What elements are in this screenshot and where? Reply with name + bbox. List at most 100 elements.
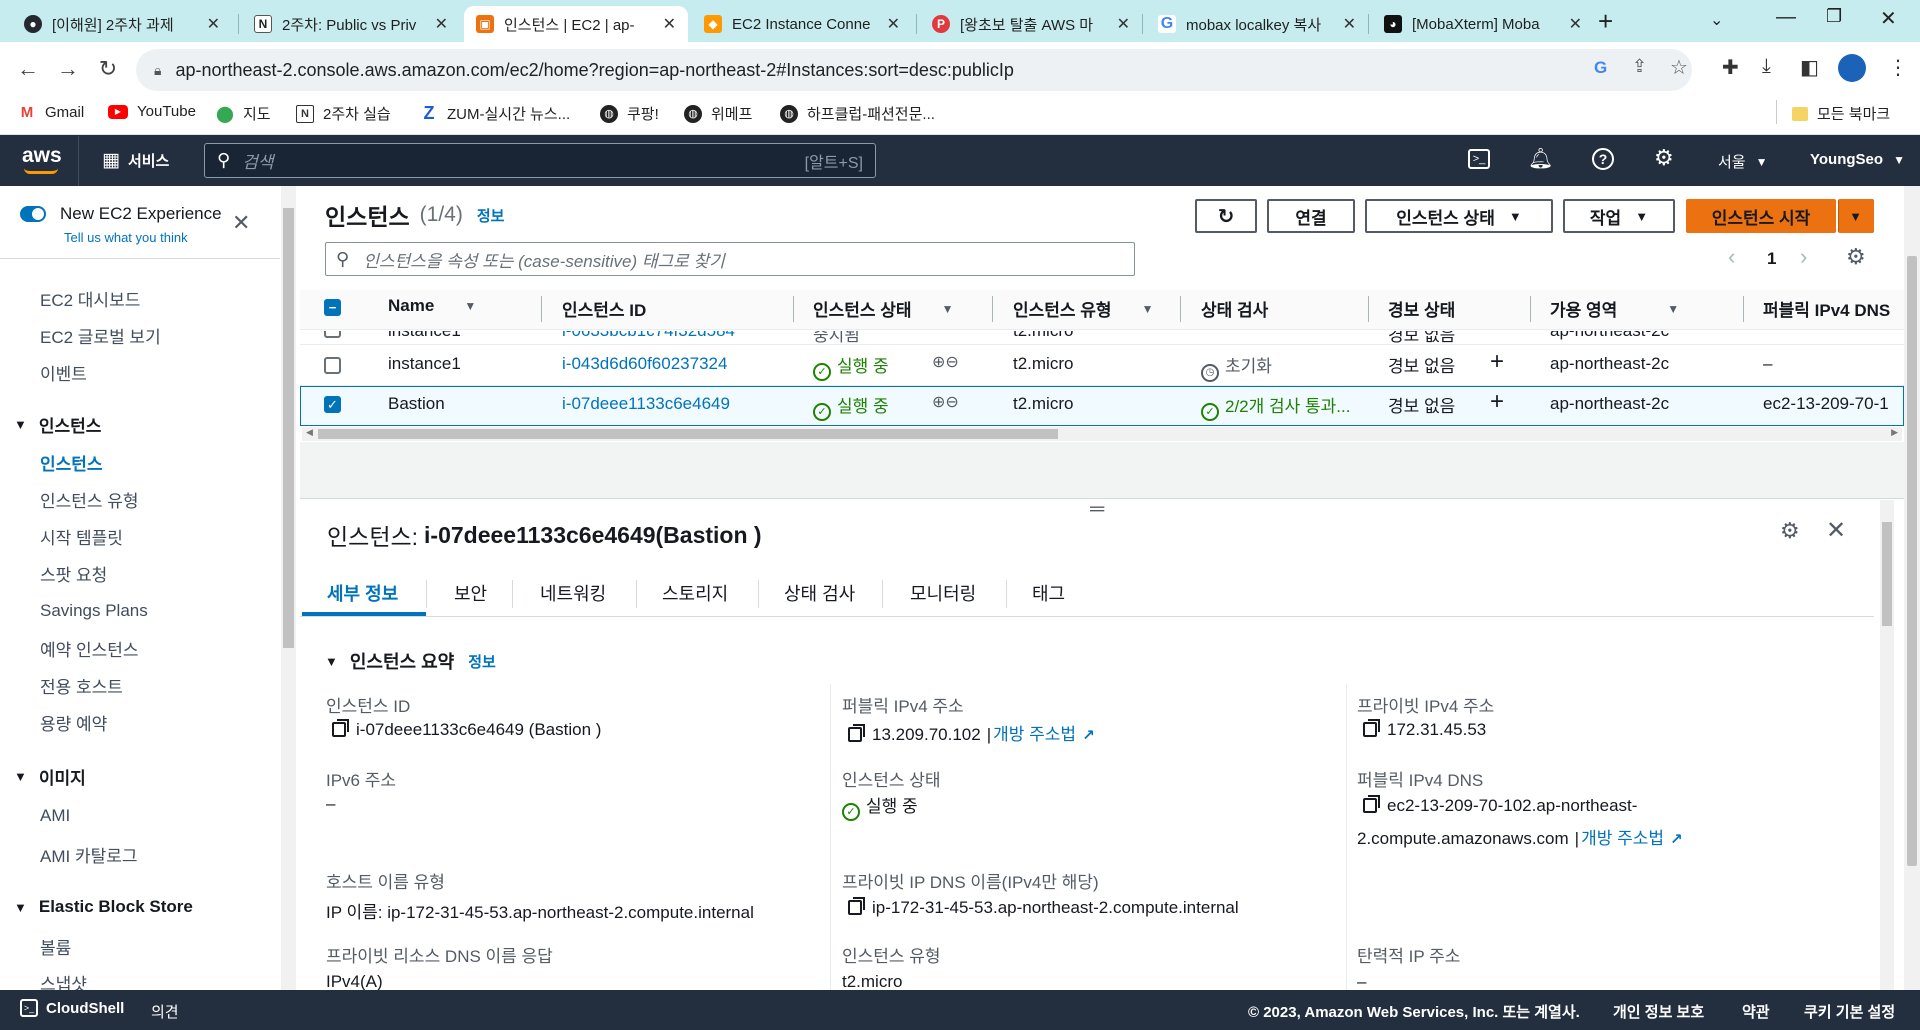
- detail-scrollbar[interactable]: [1880, 500, 1894, 990]
- close-tab-icon[interactable]: ✕: [207, 14, 220, 34]
- browser-tab-github[interactable]: ● [이해원] 2주차 과제 ✕: [12, 6, 232, 42]
- close-tab-icon[interactable]: ✕: [887, 14, 900, 34]
- scrollbar-thumb[interactable]: [318, 429, 1058, 439]
- bookmark-gmail[interactable]: M Gmail: [18, 103, 84, 121]
- launch-instance-dropdown[interactable]: ▼: [1838, 199, 1874, 233]
- copy-icon[interactable]: [1363, 795, 1380, 813]
- cloudshell-button[interactable]: >_ CloudShell: [20, 999, 124, 1017]
- summary-section-header[interactable]: ▼ 인스턴스 요약 정보: [325, 648, 496, 674]
- prev-page-icon[interactable]: ‹: [1728, 244, 1735, 270]
- close-tab-icon[interactable]: ✕: [663, 14, 676, 34]
- services-menu-button[interactable]: ▦ 서비스: [102, 149, 169, 172]
- column-instance-type[interactable]: 인스턴스 유형 ▼: [1013, 296, 1153, 321]
- bookmark-wemakeprice[interactable]: ◍ 위메프: [684, 103, 752, 124]
- bookmark-youtube[interactable]: ▶ YouTube: [108, 103, 196, 120]
- bookmark-zum[interactable]: Z ZUM-실시간 뉴스...: [420, 103, 571, 124]
- tab-status-checks[interactable]: 상태 검사: [784, 580, 855, 606]
- add-alarm-icon[interactable]: +: [1490, 348, 1504, 376]
- page-number[interactable]: 1: [1767, 249, 1776, 269]
- back-icon[interactable]: ←: [14, 56, 42, 82]
- close-detail-icon[interactable]: ✕: [1826, 516, 1846, 545]
- sidebar-scrollbar[interactable]: [281, 186, 296, 990]
- sidebar-item-dedicated-hosts[interactable]: 전용 호스트: [40, 673, 123, 698]
- sidebar-item-ami-catalog[interactable]: AMI 카탈로그: [40, 842, 138, 867]
- close-tab-icon[interactable]: ✕: [1343, 14, 1356, 34]
- close-tab-icon[interactable]: ✕: [1569, 14, 1582, 34]
- sidebar-item-ami[interactable]: AMI: [40, 806, 70, 826]
- row-checkbox[interactable]: [324, 357, 341, 374]
- scrollbar-thumb[interactable]: [1882, 522, 1892, 626]
- select-all-checkbox[interactable]: −: [324, 299, 341, 316]
- copy-icon[interactable]: [848, 724, 865, 742]
- forward-icon[interactable]: →: [54, 56, 82, 82]
- sidebar-section-instances[interactable]: ▼ 인스턴스: [14, 412, 101, 437]
- feedback-link[interactable]: 의견: [151, 1001, 179, 1022]
- address-bar[interactable]: 🔒︎ ap-northeast-2.console.aws.amazon.com…: [136, 49, 1692, 91]
- new-tab-icon[interactable]: +: [1598, 6, 1613, 37]
- bookmark-maps[interactable]: ⬤ 지도: [216, 103, 271, 124]
- aws-search-input[interactable]: ⚲ 검색 [알트+S]: [204, 143, 876, 178]
- external-link-icon[interactable]: ↗: [1082, 726, 1095, 744]
- download-icon[interactable]: ⤓: [1762, 55, 1771, 78]
- browser-tab-ec2-active[interactable]: ▣ 인스턴스 | EC2 | ap- ✕: [464, 6, 688, 42]
- row-instance-id[interactable]: i-043d6d60f60237324: [562, 354, 727, 374]
- tab-security[interactable]: 보안: [454, 580, 487, 606]
- tab-networking[interactable]: 네트워킹: [540, 580, 606, 606]
- sidebar-item-instance-types[interactable]: 인스턴스 유형: [40, 487, 139, 512]
- chrome-menu-icon[interactable]: ⋮: [1888, 55, 1908, 80]
- scrollbar-thumb[interactable]: [283, 208, 294, 648]
- row-checkbox[interactable]: [324, 331, 341, 338]
- bell-icon[interactable]: 🔔︎: [1528, 146, 1553, 171]
- copy-icon[interactable]: [848, 897, 865, 915]
- bookmark-week2[interactable]: N 2주차 실습: [296, 103, 391, 124]
- extensions-icon[interactable]: ✚: [1722, 55, 1739, 80]
- minimize-icon[interactable]: —: [1776, 6, 1796, 29]
- account-menu[interactable]: YoungSeo ▼: [1810, 151, 1905, 168]
- browser-tab-google[interactable]: G mobax localkey 복사 ✕: [1146, 6, 1368, 42]
- close-tab-icon[interactable]: ✕: [1117, 14, 1130, 34]
- settings-gear-icon[interactable]: ⚙: [1654, 145, 1674, 171]
- tab-tags[interactable]: 태그: [1032, 580, 1065, 606]
- bookmark-coupang[interactable]: ◍ 쿠팡!: [600, 103, 659, 124]
- region-selector[interactable]: 서울 ▼: [1718, 151, 1768, 172]
- profile-avatar[interactable]: [1838, 54, 1866, 82]
- external-link-icon[interactable]: ↗: [1670, 830, 1683, 848]
- bookmark-star-icon[interactable]: ☆: [1670, 55, 1688, 80]
- all-bookmarks[interactable]: 모든 북마크: [1792, 103, 1890, 124]
- maximize-icon[interactable]: ❐: [1826, 6, 1842, 27]
- actions-button[interactable]: 작업 ▼: [1563, 199, 1675, 233]
- new-experience-toggle[interactable]: [20, 206, 46, 222]
- tab-monitoring[interactable]: 모니터링: [910, 580, 976, 606]
- sidebar-item-dashboard[interactable]: EC2 대시보드: [40, 286, 140, 311]
- zoom-icons[interactable]: ⊕⊖: [932, 352, 959, 372]
- privacy-link[interactable]: 개인 정보 보호: [1613, 1001, 1704, 1022]
- cookie-preferences-link[interactable]: 쿠키 기본 설정: [1804, 1001, 1895, 1022]
- tab-search-icon[interactable]: ⌄: [1710, 10, 1723, 30]
- bookmark-halfclub[interactable]: ◍ 하프클럽-패션전문...: [780, 103, 935, 124]
- sidebar-item-reserved-instances[interactable]: 예약 인스턴스: [40, 636, 139, 661]
- table-settings-gear-icon[interactable]: ⚙: [1846, 244, 1866, 270]
- scroll-left-icon[interactable]: ◀: [306, 427, 313, 438]
- add-alarm-icon[interactable]: +: [1490, 388, 1504, 416]
- column-instance-state[interactable]: 인스턴스 상태 ▼: [813, 296, 953, 321]
- row-checkbox-checked[interactable]: ✓: [324, 396, 341, 413]
- open-address-link[interactable]: 개방 주소법: [1581, 829, 1664, 848]
- terms-link[interactable]: 약관: [1742, 1001, 1770, 1022]
- tab-storage[interactable]: 스토리지: [662, 580, 728, 606]
- help-icon[interactable]: ?: [1592, 148, 1614, 170]
- sidebar-item-instances-active[interactable]: 인스턴스: [40, 450, 103, 475]
- column-name[interactable]: Name ▼: [388, 296, 476, 316]
- sidebar-item-capacity-reservations[interactable]: 용량 예약: [40, 710, 107, 735]
- next-page-icon[interactable]: ›: [1800, 244, 1807, 270]
- window-close-icon[interactable]: ✕: [1880, 6, 1897, 31]
- copy-icon[interactable]: [1363, 719, 1380, 737]
- scroll-right-icon[interactable]: ▶: [1891, 427, 1898, 438]
- instance-filter-input[interactable]: ⚲ 인스턴스을 속성 또는 (case-sensitive) 태그로 찾기: [325, 242, 1135, 276]
- browser-tab-notion[interactable]: N 2주차: Public vs Priv ✕: [242, 6, 460, 42]
- scrollbar-thumb[interactable]: [1907, 256, 1917, 866]
- row-instance-id[interactable]: i-07deee1133c6e4649: [562, 394, 730, 414]
- resize-handle-icon[interactable]: ═: [1090, 498, 1104, 521]
- share-icon[interactable]: ⇪: [1632, 56, 1647, 77]
- sidebar-item-launch-templates[interactable]: 시작 템플릿: [40, 524, 123, 549]
- launch-instance-button[interactable]: 인스턴스 시작: [1686, 199, 1836, 233]
